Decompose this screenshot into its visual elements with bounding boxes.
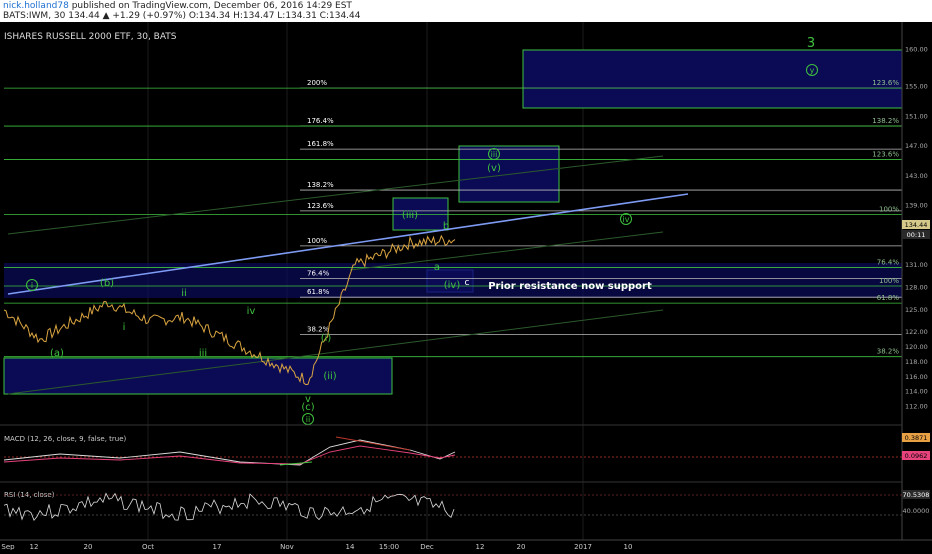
- fib-label: 161.8%: [307, 140, 334, 148]
- y-tick-label: 125.00: [905, 306, 928, 314]
- svg-text:iii: iii: [491, 150, 498, 159]
- price-chart[interactable]: ISHARES RUSSELL 2000 ETF, 30, BATS 200% 1…: [0, 22, 932, 551]
- y-tick-label: 128.00: [905, 284, 928, 292]
- x-tick-label: Oct: [142, 543, 154, 550]
- chart-title: ISHARES RUSSELL 2000 ETF, 30, BATS: [4, 32, 177, 42]
- x-tick-label: 12: [476, 543, 485, 550]
- y-tick-label: 147.00: [905, 142, 928, 150]
- wave-label: (ii): [323, 371, 336, 382]
- chart-area[interactable]: ISHARES RUSSELL 2000 ETF, 30, BATS 200% 1…: [0, 22, 932, 551]
- wave-label: b: [443, 221, 449, 232]
- macd-badge-2-text: 0.0962: [905, 452, 928, 460]
- wave-label: iv: [247, 306, 256, 317]
- y-tick-label: 118.00: [905, 358, 928, 366]
- macd-line: [3, 439, 456, 466]
- y-tick-label: 131.00: [905, 261, 928, 269]
- fib-label: 61.8%: [877, 294, 900, 302]
- wave-label: ii: [181, 288, 187, 299]
- y-tick-label: 139.00: [905, 202, 928, 210]
- fib-label: 123.6%: [872, 151, 899, 159]
- y-tick-label: 122.00: [905, 328, 928, 336]
- x-tick-label: 2017: [574, 543, 592, 550]
- chart-header: nick.holland78 published on TradingView.…: [0, 0, 932, 22]
- wave-label: iii: [199, 348, 207, 359]
- publish-text: published on TradingView.com, December 0…: [71, 1, 352, 11]
- fib-label: 123.6%: [872, 79, 899, 87]
- author-link[interactable]: nick.holland78: [3, 1, 69, 11]
- x-tick-label: Dec: [420, 543, 434, 550]
- y-tick-label: 116.00: [905, 373, 928, 381]
- wave-label: (a): [50, 348, 64, 359]
- wave-label: (iii): [402, 210, 418, 221]
- y-tick-label: 151.00: [905, 112, 928, 120]
- rsi-badge-2-text: 40.0000: [903, 507, 930, 515]
- fib-label: 76.4%: [307, 270, 330, 278]
- wave-label: 3: [807, 36, 815, 51]
- wave-label: (b): [100, 278, 114, 289]
- fib-label: 138.2%: [872, 117, 899, 125]
- wave-label: (i): [321, 333, 332, 344]
- svg-text:i: i: [31, 281, 33, 290]
- fib-label: 38.2%: [877, 348, 900, 356]
- macd-title: MACD (12, 26, close, 9, false, true): [4, 435, 127, 443]
- fib-label: 76.4%: [877, 258, 900, 266]
- y-tick-label: 120.00: [905, 343, 928, 351]
- fib-label: 176.4%: [307, 117, 334, 125]
- wave-label: i: [123, 322, 126, 333]
- y-tick-label: 143.00: [905, 172, 928, 180]
- fib-label: 123.6%: [307, 202, 334, 210]
- rsi-line: [3, 492, 455, 521]
- y-tick-label: 155.00: [905, 83, 928, 91]
- annotation-text: Prior resistance now support: [488, 281, 652, 292]
- y-tick-label: 114.00: [905, 388, 928, 396]
- fib-label: 200%: [307, 79, 327, 87]
- wave-label: (iv): [444, 280, 461, 291]
- x-tick-labels: Sep 12 20 Oct 17 Nov 14 15:00 Dec 12 20 2017 10: [1, 543, 633, 551]
- publish-line: nick.holland78 published on TradingView.…: [3, 1, 352, 11]
- wave-label: c: [465, 278, 470, 288]
- y-tick-label: 160.00: [905, 45, 928, 53]
- wave-label: (c): [301, 402, 314, 413]
- y-tick-label: 112.00: [905, 403, 928, 411]
- wave-label: a: [434, 262, 440, 273]
- wave-label: (v): [487, 163, 501, 174]
- x-tick-label: 10: [624, 543, 633, 550]
- x-tick-label: Nov: [280, 543, 294, 550]
- fib-label: 100%: [307, 237, 327, 245]
- svg-text:ii: ii: [306, 415, 310, 424]
- target-zone-3y: [522, 49, 903, 109]
- fib-label: 138.2%: [307, 181, 334, 189]
- x-tick-label: 20: [84, 543, 93, 550]
- x-tick-label: Sep: [1, 543, 15, 550]
- fib-label: 61.8%: [307, 288, 330, 296]
- quote-line: BATS:IWM, 30 134.44 ▲ +1.29 (+0.97%) O:1…: [3, 11, 361, 21]
- x-tick-label: 15:00: [379, 543, 399, 550]
- fib-label: 100%: [879, 277, 899, 285]
- rsi-badge-1-text: 70.5308: [903, 491, 930, 499]
- last-price-text: 134.44: [905, 221, 928, 229]
- svg-text:y: y: [810, 66, 815, 75]
- macd-badge-1-text: 0.3871: [905, 434, 928, 442]
- fib-label: 100%: [879, 206, 899, 214]
- x-tick-label: 14: [346, 543, 355, 550]
- x-tick-label: 20: [517, 543, 526, 550]
- x-tick-label: 17: [213, 543, 222, 550]
- x-tick-label: 12: [30, 543, 39, 550]
- countdown-text: 00:11: [907, 231, 926, 239]
- svg-text:iv: iv: [623, 215, 630, 224]
